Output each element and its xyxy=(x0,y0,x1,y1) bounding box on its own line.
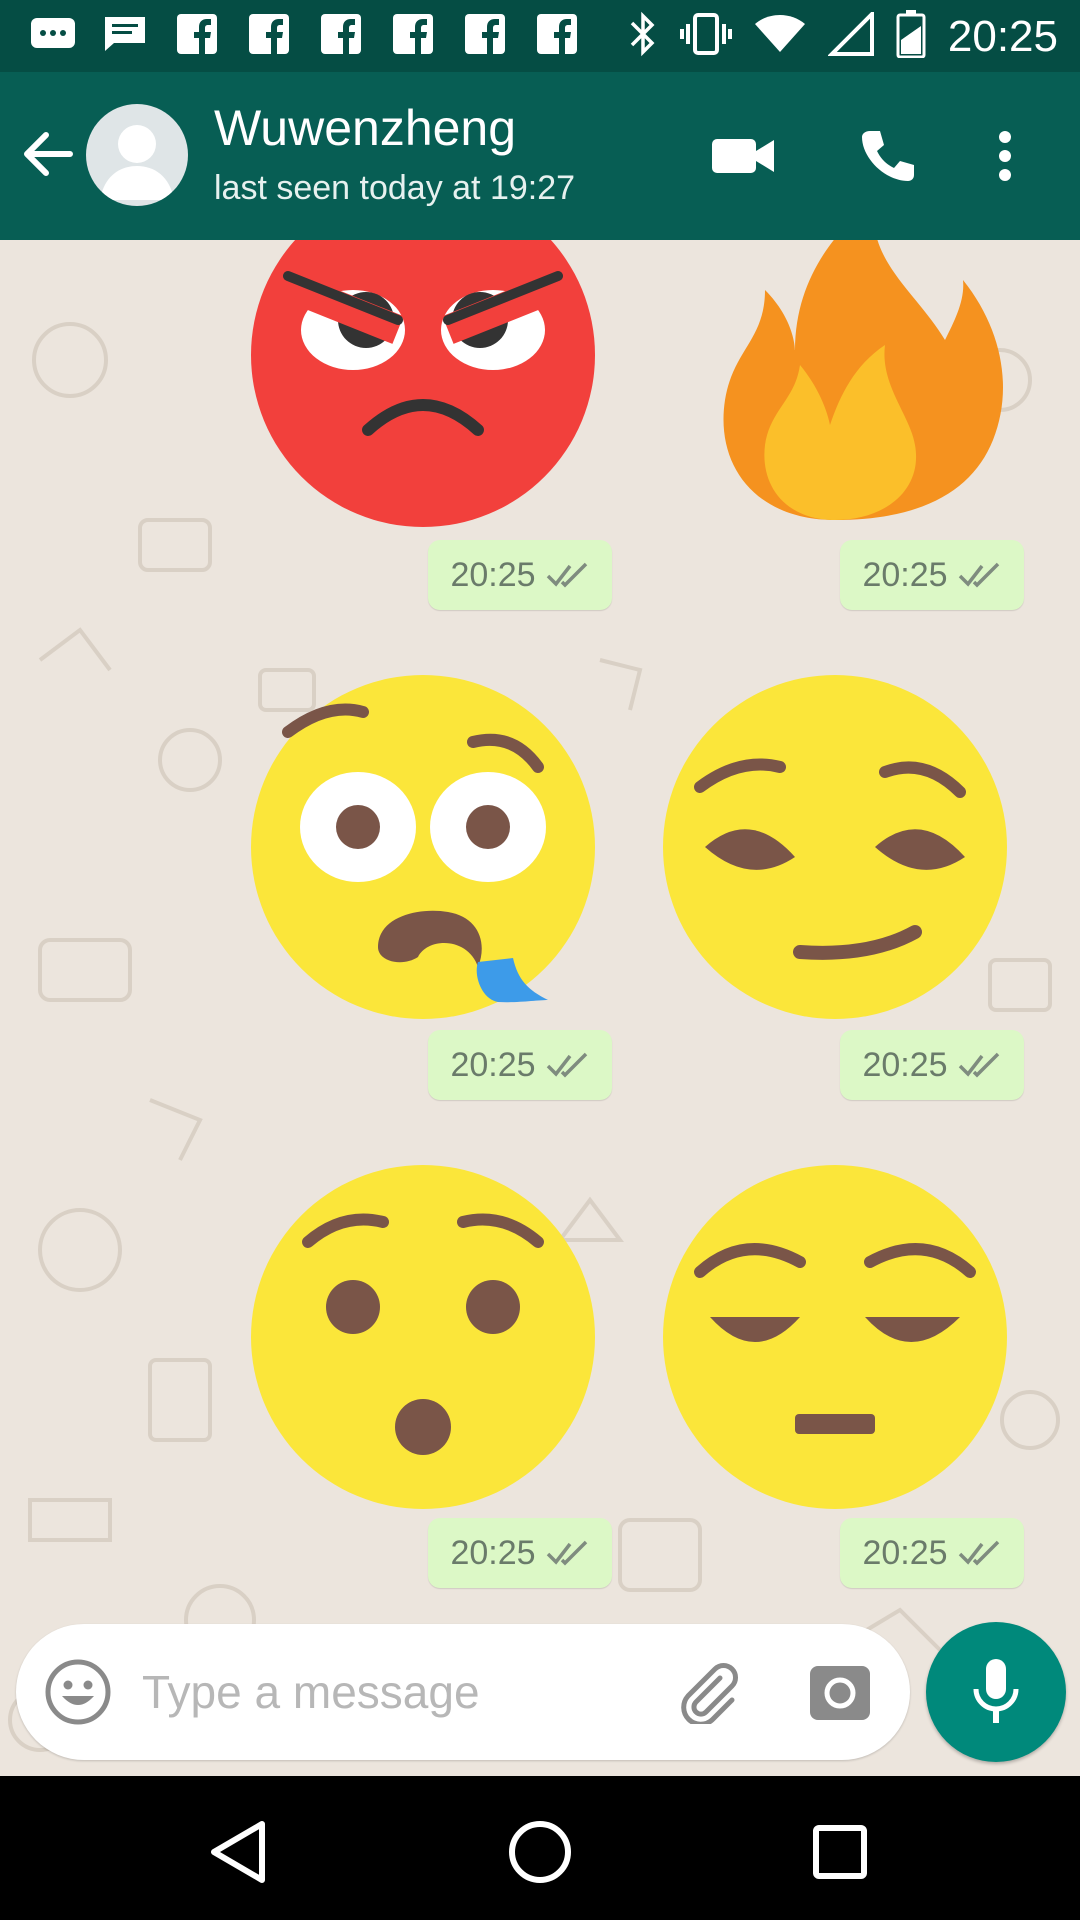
system-nav-bar xyxy=(0,1776,1080,1920)
wifi-icon xyxy=(754,14,806,59)
drooling-face-icon xyxy=(251,675,595,1019)
back-button[interactable] xyxy=(18,124,78,184)
smirking-face-icon xyxy=(663,675,1007,1019)
facebook-icon xyxy=(316,14,366,54)
facebook-icon xyxy=(532,14,582,54)
double-check-icon xyxy=(958,1052,999,1078)
back-arrow-icon xyxy=(24,132,73,176)
signal-icon xyxy=(827,9,874,61)
voice-record-button[interactable] xyxy=(926,1622,1066,1762)
message-time: 20:25 xyxy=(428,1518,612,1588)
video-call-icon xyxy=(712,139,774,173)
bluetooth-icon xyxy=(628,11,658,62)
message-time: 20:25 xyxy=(428,1030,612,1100)
voice-call-button[interactable] xyxy=(852,124,922,188)
message-input[interactable] xyxy=(142,1654,562,1730)
hushed-face-sticker[interactable] xyxy=(248,1162,598,1512)
video-call-button[interactable] xyxy=(708,124,778,188)
voice-call-icon xyxy=(862,131,914,181)
message-composer xyxy=(16,1624,910,1760)
chat-area[interactable]: 20:25 20:25 20:25 20:25 20:25 20:25 xyxy=(0,240,1080,1776)
fire-sticker[interactable] xyxy=(660,240,1010,530)
attach-button[interactable] xyxy=(676,1660,740,1727)
angry-face-icon xyxy=(251,240,595,527)
fire-icon xyxy=(723,240,1003,520)
double-check-icon xyxy=(546,562,587,588)
facebook-icon xyxy=(460,14,510,54)
emoji-icon xyxy=(45,1659,111,1725)
message-time: 20:25 xyxy=(840,540,1024,610)
relieved-face-icon xyxy=(663,1165,1007,1509)
smirking-face-sticker[interactable] xyxy=(660,672,1010,1022)
nav-back-button[interactable] xyxy=(200,1812,280,1892)
relieved-face-sticker[interactable] xyxy=(660,1162,1010,1512)
messages-icon xyxy=(28,14,78,54)
double-check-icon xyxy=(958,1540,999,1566)
message-time: 20:25 xyxy=(840,1030,1024,1100)
chat-icon xyxy=(100,14,150,54)
last-seen-status[interactable]: last seen today at 19:27 xyxy=(214,168,575,208)
avatar[interactable] xyxy=(86,104,188,206)
clock: 20:25 xyxy=(947,11,1058,61)
default-avatar-icon xyxy=(100,125,174,200)
message-time: 20:25 xyxy=(840,1518,1024,1588)
message-time-label: 20:25 xyxy=(862,1533,948,1572)
nav-recents-button[interactable] xyxy=(800,1812,880,1892)
circle-home-icon xyxy=(509,1821,571,1883)
nav-home-button[interactable] xyxy=(500,1812,580,1892)
double-check-icon xyxy=(546,1540,587,1566)
paperclip-icon xyxy=(681,1663,738,1727)
message-time: 20:25 xyxy=(428,540,612,610)
camera-icon xyxy=(810,1666,870,1720)
status-bar: 20:25 xyxy=(0,0,1080,72)
message-time-label: 20:25 xyxy=(862,555,948,594)
square-recents-icon xyxy=(813,1825,867,1879)
facebook-icon xyxy=(172,14,222,54)
battery-icon xyxy=(896,10,926,63)
message-time-label: 20:25 xyxy=(450,555,536,594)
more-menu-icon xyxy=(999,131,1011,181)
double-check-icon xyxy=(958,562,999,588)
angry-face-sticker[interactable] xyxy=(248,240,598,530)
hushed-face-icon xyxy=(251,1165,595,1509)
contact-name[interactable]: Wuwenzheng xyxy=(214,98,516,158)
drooling-face-sticker[interactable] xyxy=(248,672,598,1022)
more-options-button[interactable] xyxy=(980,124,1030,188)
message-time-label: 20:25 xyxy=(450,1045,536,1084)
triangle-back-icon xyxy=(211,1821,265,1883)
facebook-icon xyxy=(244,14,294,54)
vibrate-icon xyxy=(679,12,732,61)
facebook-icon xyxy=(388,14,438,54)
camera-button[interactable] xyxy=(808,1660,872,1724)
emoji-button[interactable] xyxy=(44,1658,112,1726)
message-time-label: 20:25 xyxy=(450,1533,536,1572)
chat-header: Wuwenzheng last seen today at 19:27 xyxy=(0,72,1080,240)
double-check-icon xyxy=(546,1052,587,1078)
microphone-icon xyxy=(973,1659,1019,1723)
message-time-label: 20:25 xyxy=(862,1045,948,1084)
